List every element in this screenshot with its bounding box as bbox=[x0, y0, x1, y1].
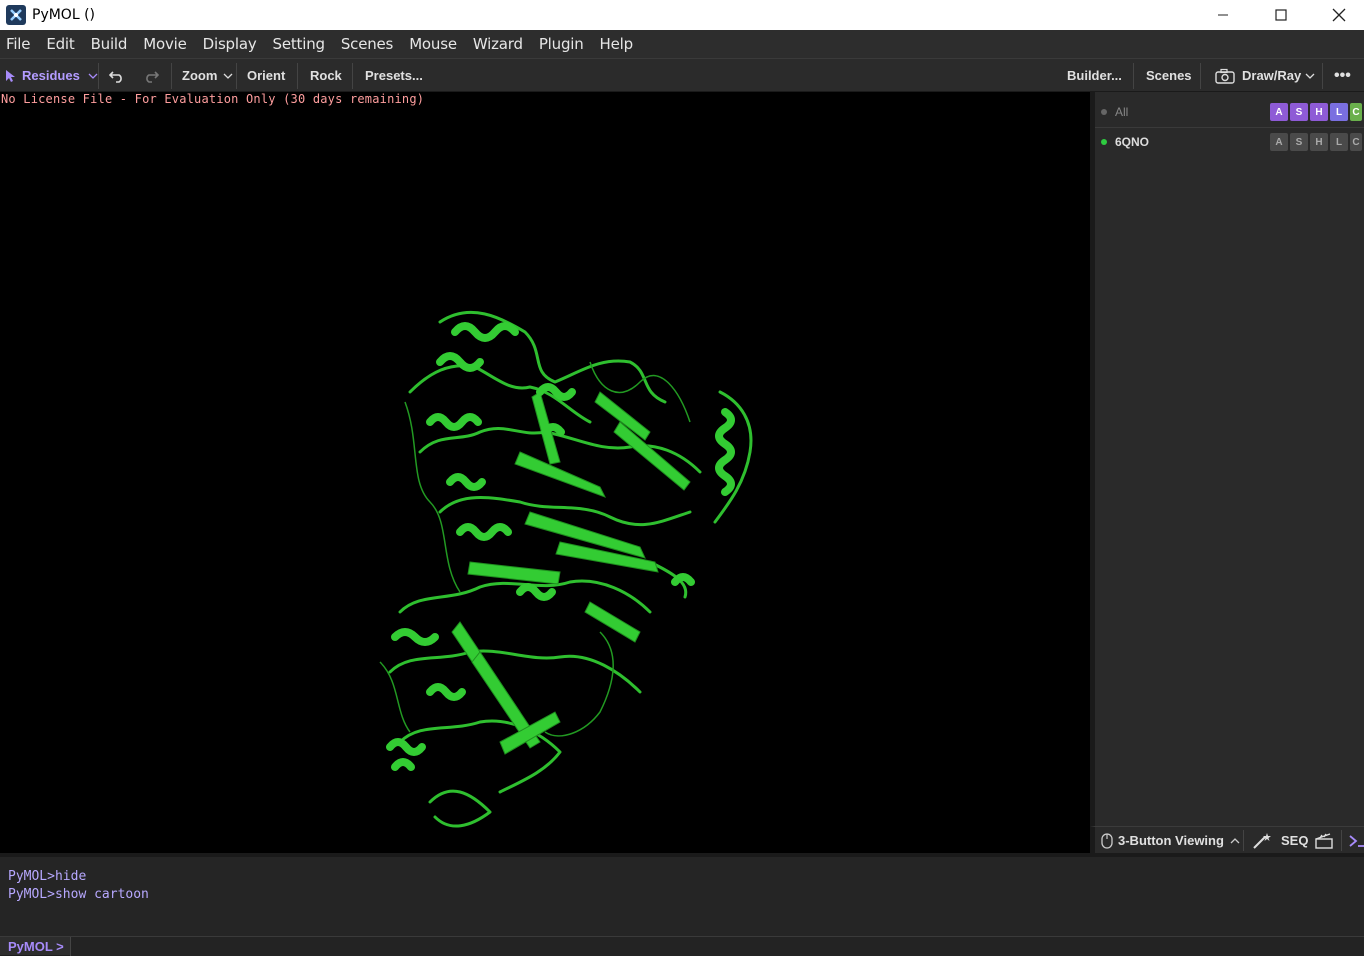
redo-button[interactable] bbox=[143, 59, 159, 92]
object-name: 6QNO bbox=[1115, 135, 1150, 149]
undo-button[interactable] bbox=[109, 59, 125, 92]
console-output: PyMOL>hide PyMOL>show cartoon bbox=[0, 853, 1364, 936]
hide-button[interactable]: H bbox=[1310, 133, 1328, 151]
zoom-button[interactable]: Zoom bbox=[182, 59, 233, 92]
pymol-logo-icon bbox=[6, 5, 26, 25]
menu-movie[interactable]: Movie bbox=[135, 35, 194, 53]
mouse-icon bbox=[1101, 832, 1113, 849]
color-button[interactable]: C bbox=[1350, 133, 1362, 151]
mouse-mode-label: 3-Button Viewing bbox=[1118, 833, 1224, 848]
menu-scenes[interactable]: Scenes bbox=[333, 35, 401, 53]
command-input[interactable] bbox=[70, 937, 1364, 956]
chevron-down-icon bbox=[223, 73, 233, 79]
object-name: All bbox=[1115, 105, 1129, 119]
orient-label: Orient bbox=[247, 68, 286, 83]
maximize-icon bbox=[1275, 9, 1287, 21]
minimize-icon bbox=[1218, 14, 1228, 16]
object-panel: All A S H L C 6QNO A S H L C bbox=[1090, 92, 1364, 853]
rock-label: Rock bbox=[310, 68, 342, 83]
chevron-down-icon bbox=[1305, 73, 1315, 79]
viewer-status-bar: 3-Button Viewing SEQ bbox=[1090, 826, 1364, 853]
terminal-icon bbox=[1349, 834, 1364, 847]
asdl-buttons: A S H L C bbox=[1270, 103, 1362, 121]
color-button[interactable]: C bbox=[1350, 103, 1362, 121]
selection-mode-button[interactable]: Residues bbox=[4, 59, 98, 92]
magic-wand-button[interactable] bbox=[1252, 827, 1272, 854]
presets-label: Presets... bbox=[365, 68, 423, 83]
draw-ray-button[interactable]: Draw/Ray bbox=[1215, 59, 1315, 92]
camera-icon bbox=[1215, 68, 1235, 84]
menu-display[interactable]: Display bbox=[195, 35, 265, 53]
scenes-label: Scenes bbox=[1146, 68, 1192, 83]
3d-viewport[interactable]: No License File - For Evaluation Only (3… bbox=[0, 92, 1090, 853]
undo-icon bbox=[109, 70, 122, 83]
command-line: PyMOL > bbox=[0, 936, 1364, 956]
menu-build[interactable]: Build bbox=[83, 35, 136, 53]
close-button[interactable] bbox=[1310, 0, 1364, 30]
close-icon bbox=[1332, 8, 1346, 22]
show-button[interactable]: S bbox=[1290, 133, 1308, 151]
console-line: PyMOL>show cartoon bbox=[8, 887, 149, 902]
action-button[interactable]: A bbox=[1270, 103, 1288, 121]
magic-wand-icon bbox=[1253, 832, 1271, 849]
console-line: PyMOL>hide bbox=[8, 869, 87, 884]
chevron-down-icon bbox=[88, 73, 98, 79]
more-icon: ••• bbox=[1334, 66, 1351, 84]
visibility-dot[interactable] bbox=[1101, 109, 1107, 115]
show-button[interactable]: S bbox=[1290, 103, 1308, 121]
menu-file[interactable]: File bbox=[0, 35, 38, 53]
chevron-up-icon bbox=[1230, 837, 1240, 843]
builder-label: Builder... bbox=[1067, 68, 1122, 83]
window-title: PyMOL () bbox=[32, 7, 95, 23]
pointer-icon bbox=[6, 69, 15, 82]
menu-edit[interactable]: Edit bbox=[38, 35, 82, 53]
movie-button[interactable] bbox=[1314, 827, 1334, 854]
zoom-label: Zoom bbox=[182, 68, 218, 83]
clapperboard-icon bbox=[1315, 832, 1333, 849]
menu-setting[interactable]: Setting bbox=[265, 35, 333, 53]
mouse-mode-button[interactable]: 3-Button Viewing bbox=[1101, 827, 1240, 854]
orient-button[interactable]: Orient bbox=[247, 59, 285, 92]
sequence-button[interactable]: SEQ bbox=[1281, 827, 1308, 854]
minimize-button[interactable] bbox=[1194, 0, 1252, 30]
object-row-6qno[interactable]: 6QNO A S H L C bbox=[1095, 128, 1364, 156]
protein-cartoon-structure bbox=[379, 311, 753, 828]
draw-ray-label: Draw/Ray bbox=[1242, 68, 1302, 83]
menu-mouse[interactable]: Mouse bbox=[401, 35, 465, 53]
menu-help[interactable]: Help bbox=[592, 35, 641, 53]
visibility-dot[interactable] bbox=[1101, 139, 1107, 145]
builder-button[interactable]: Builder... bbox=[1067, 59, 1122, 92]
hide-button[interactable]: H bbox=[1310, 103, 1328, 121]
presets-button[interactable]: Presets... bbox=[365, 59, 423, 92]
rock-button[interactable]: Rock bbox=[310, 59, 342, 92]
command-prompt: PyMOL > bbox=[8, 939, 64, 954]
console-toggle-button[interactable] bbox=[1348, 827, 1364, 854]
license-warning: No License File - For Evaluation Only (3… bbox=[1, 92, 425, 106]
menu-plugin[interactable]: Plugin bbox=[531, 35, 592, 53]
asdl-buttons: A S H L C bbox=[1270, 133, 1362, 151]
toolbar: Residues Zoom Orient Rock Presets... Bui… bbox=[0, 58, 1364, 92]
seq-label: SEQ bbox=[1281, 833, 1309, 848]
label-button[interactable]: L bbox=[1330, 103, 1348, 121]
more-options-button[interactable]: ••• bbox=[1334, 59, 1351, 92]
label-button[interactable]: L bbox=[1330, 133, 1348, 151]
action-button[interactable]: A bbox=[1270, 133, 1288, 151]
maximize-button[interactable] bbox=[1252, 0, 1310, 30]
menu-bar: File Edit Build Movie Display Setting Sc… bbox=[0, 30, 1364, 58]
object-row-all[interactable]: All A S H L C bbox=[1095, 98, 1364, 126]
menu-wizard[interactable]: Wizard bbox=[465, 35, 531, 53]
selection-mode-label: Residues bbox=[22, 68, 80, 83]
redo-icon bbox=[146, 70, 159, 83]
scenes-button[interactable]: Scenes bbox=[1146, 59, 1192, 92]
title-bar: PyMOL () bbox=[0, 0, 1364, 30]
